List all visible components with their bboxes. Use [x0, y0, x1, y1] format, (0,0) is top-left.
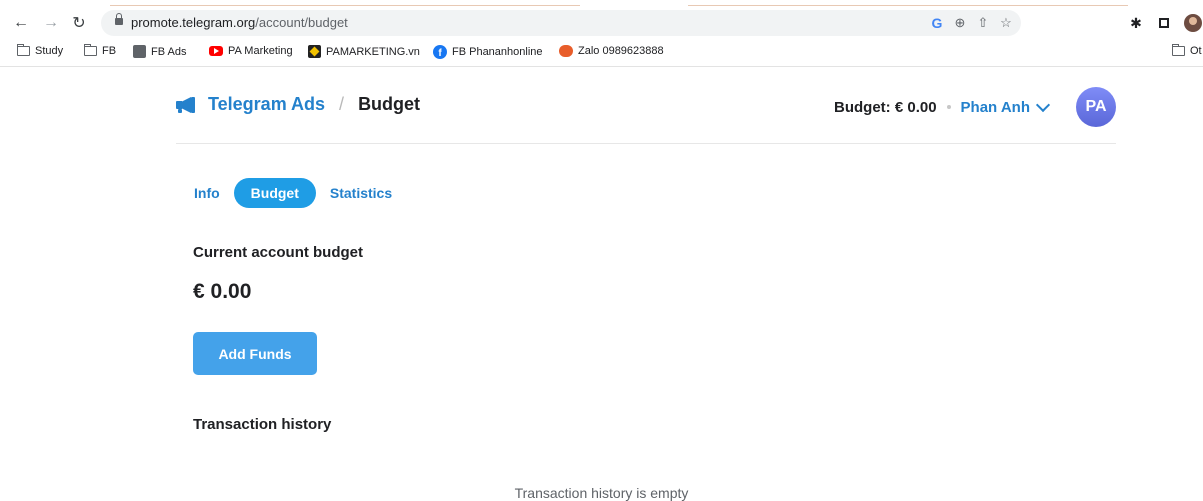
bookmark-other[interactable]: Ot — [1172, 44, 1202, 57]
back-arrow-icon[interactable]: ← — [12, 14, 30, 32]
bookmark-pa-marketing[interactable]: PA Marketing — [209, 45, 293, 57]
bookmark-label: PAMARKETING.vn — [326, 45, 420, 58]
folder-icon — [84, 44, 97, 56]
avatar[interactable]: PA — [1076, 87, 1116, 127]
empty-state-message: Transaction history is empty — [514, 485, 689, 501]
bookmark-label: FB — [102, 45, 117, 57]
page-title: Budget — [358, 94, 421, 114]
tab-budget[interactable]: Budget — [233, 178, 316, 208]
breadcrumb-separator: / — [339, 94, 345, 114]
page-header: Telegram Ads / Budget Budget: € 0.00 Pha… — [176, 68, 1116, 144]
transaction-history-heading: Transaction history — [193, 416, 332, 433]
tab-bar: Info Budget Statistics — [180, 178, 406, 208]
bookmarks-bar: Study FB FB Ads PA Marketing PAMARKETING… — [0, 40, 1203, 67]
tab-statistics[interactable]: Statistics — [316, 178, 406, 208]
profile-avatar-icon[interactable] — [1184, 14, 1202, 32]
budget-amount: € 0.00 — [193, 280, 252, 303]
bookmark-study[interactable]: Study — [17, 44, 64, 57]
bookmark-label: PA Marketing — [228, 45, 293, 57]
share-icon[interactable]: ⇧ — [976, 14, 990, 32]
megaphone-icon — [176, 96, 198, 113]
bookmark-label: Ot — [1190, 45, 1202, 57]
facebook-icon: f — [433, 45, 447, 59]
bookmark-zalo[interactable]: Zalo 0989623888 — [559, 45, 664, 57]
budget-summary: Budget: € 0.00 — [834, 98, 937, 116]
brand-link[interactable]: Telegram Ads — [208, 94, 325, 115]
lock-icon — [115, 13, 123, 25]
side-panel-icon[interactable] — [1156, 15, 1172, 31]
zoom-icon[interactable]: ⊕ — [953, 14, 967, 32]
bookmark-fb-ads[interactable]: FB Ads — [133, 45, 186, 58]
forward-arrow-icon[interactable]: → — [42, 14, 60, 32]
address-bar[interactable]: promote.telegram.org/account/budget G ⊕ … — [101, 10, 1021, 36]
bookmark-fb-phananhonline[interactable]: f FB Phananhonline — [433, 45, 543, 59]
zalo-icon — [559, 45, 573, 57]
google-translate-icon[interactable]: G — [930, 14, 944, 32]
bookmark-label: FB Ads — [151, 45, 187, 58]
reload-icon[interactable]: ↻ — [70, 14, 88, 32]
bookmark-fb[interactable]: FB — [84, 44, 117, 57]
bookmark-label: Study — [35, 45, 64, 57]
folder-icon — [17, 44, 30, 56]
bookmark-pamarketing-vn[interactable]: PAMARKETING.vn — [308, 45, 420, 58]
pamarketing-icon — [308, 45, 321, 58]
url-text[interactable]: promote.telegram.org/account/budget — [131, 15, 348, 30]
account-area: Budget: € 0.00 Phan Anh PA — [834, 87, 1116, 127]
url-path: /account/budget — [255, 15, 348, 30]
breadcrumb: Telegram Ads / Budget — [176, 94, 420, 115]
bookmark-label: Zalo 0989623888 — [578, 45, 664, 57]
add-funds-button[interactable]: Add Funds — [193, 332, 317, 375]
chevron-down-icon — [1035, 97, 1051, 112]
bookmark-label: FB Phananhonline — [452, 46, 543, 58]
current-budget-heading: Current account budget — [193, 244, 364, 261]
user-menu[interactable]: Phan Anh — [960, 97, 1051, 116]
bookmark-star-icon[interactable]: ☆ — [999, 14, 1013, 32]
extensions-puzzle-icon[interactable]: ✱ — [1128, 15, 1144, 31]
tab-info[interactable]: Info — [180, 178, 234, 208]
user-name: Phan Anh — [960, 98, 1030, 116]
youtube-icon — [209, 46, 223, 56]
folder-icon — [1172, 44, 1185, 56]
dot-separator — [946, 105, 951, 109]
browser-toolbar: ← → ↻ promote.telegram.org/account/budge… — [0, 6, 1203, 38]
url-host: promote.telegram.org — [131, 15, 256, 30]
fb-ads-icon — [133, 45, 146, 58]
